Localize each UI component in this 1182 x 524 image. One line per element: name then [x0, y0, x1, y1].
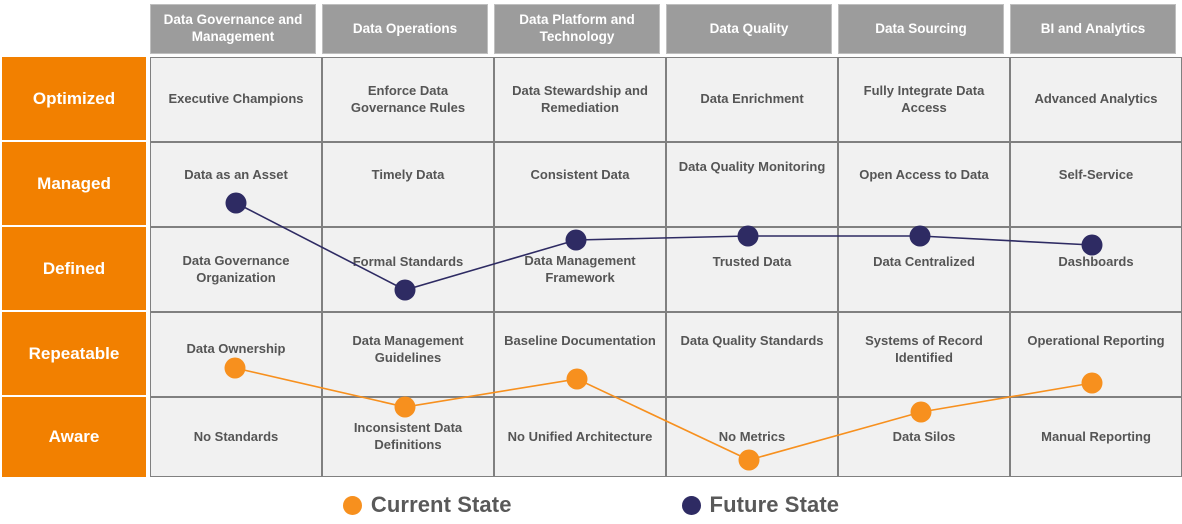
legend-label-current-state: Current State: [370, 492, 512, 517]
column-header-data-sourcing: Data Sourcing: [838, 4, 1004, 54]
legend: Current State Future State: [0, 486, 1182, 524]
legend-label-future-state: Future State: [709, 492, 840, 517]
table-cell: Data Quality Monitoring: [666, 142, 838, 227]
table-cell: No Metrics: [666, 397, 838, 477]
cell-text: Trusted Data: [712, 254, 792, 269]
cell-text: Executive Champions: [168, 91, 304, 107]
table-cell: Fully Integrate Data Access: [838, 57, 1010, 142]
table-cell: Data Centralized: [838, 227, 1010, 312]
table-cell: Data Quality Standards: [666, 312, 838, 397]
cell-text: Data Enrichment: [700, 91, 804, 107]
table-cell: Formal Standards: [322, 227, 494, 312]
table-cell: Consistent Data: [494, 142, 666, 227]
column-header-data-quality: Data Quality: [666, 4, 832, 54]
cell-text: Data Silos: [892, 428, 956, 444]
table-cell: Trusted Data: [666, 227, 838, 312]
column-header-data-operations: Data Operations: [322, 4, 488, 54]
table-cell: Timely Data: [322, 142, 494, 227]
row-label-optimized: Optimized: [2, 57, 146, 140]
table-cell: Self-Service: [1010, 142, 1182, 227]
cell-text: Data Management Guidelines: [352, 333, 464, 365]
table-cell: Systems of Record Identified: [838, 312, 1010, 397]
column-header-data-platform-and-technology: Data Platform and Technology: [494, 4, 660, 54]
table-cell: Operational Reporting: [1010, 312, 1182, 397]
table-cell: Advanced Analytics: [1010, 57, 1182, 142]
cell-text: Inconsistent Data Definitions: [353, 420, 463, 452]
table-cell: Baseline Documentation: [494, 312, 666, 397]
table-cell: Data Enrichment: [666, 57, 838, 142]
table-cell: Executive Champions: [150, 57, 322, 142]
cell-text: Data as an Asset: [184, 167, 288, 182]
legend-item-current-state: Current State: [342, 492, 512, 518]
table-cell: Open Access to Data: [838, 142, 1010, 227]
cell-text: Operational Reporting: [1027, 333, 1165, 348]
cell-text: Fully Integrate Data Access: [863, 82, 985, 115]
cell-text: Baseline Documentation: [504, 333, 656, 348]
cell-text: Timely Data: [371, 167, 445, 182]
table-cell: Enforce Data Governance Rules: [322, 57, 494, 142]
row-label-repeatable: Repeatable: [2, 312, 146, 395]
row-label-managed: Managed: [2, 142, 146, 225]
cell-text: No Standards: [193, 428, 279, 444]
table-cell: Dashboards: [1010, 227, 1182, 312]
cell-text: No Unified Architecture: [507, 428, 653, 444]
cell-text: Data Stewardship and Remediation: [512, 82, 648, 115]
cell-text: Dashboards: [1058, 254, 1134, 269]
table-cell: Data Silos: [838, 397, 1010, 477]
table-cell: Data Stewardship and Remediation: [494, 57, 666, 142]
cell-text: Data Ownership: [186, 341, 286, 356]
cell-text: Enforce Data Governance Rules: [350, 82, 466, 115]
cell-text: No Metrics: [718, 428, 786, 444]
cell-text: Data Quality Standards: [680, 333, 824, 348]
cell-text: Formal Standards: [352, 254, 464, 269]
column-header-data-governance-and-management: Data Governance and Management: [150, 4, 316, 54]
cell-text: Data Quality Monitoring: [678, 159, 826, 174]
table-cell: No Unified Architecture: [494, 397, 666, 477]
row-label-defined: Defined: [2, 227, 146, 310]
cell-text: Data Management Framework: [524, 252, 636, 285]
cell-text: Data Governance Organization: [182, 252, 290, 285]
cell-text: Systems of Record Identified: [865, 333, 983, 365]
legend-item-future-state: Future State: [681, 492, 840, 518]
cell-text: Advanced Analytics: [1034, 91, 1158, 107]
cell-text: Self-Service: [1058, 167, 1134, 182]
table-cell: Data Ownership: [150, 312, 322, 397]
table-cell: Data as an Asset: [150, 142, 322, 227]
row-label-aware: Aware: [2, 397, 146, 477]
table-cell: Data Management Framework: [494, 227, 666, 312]
table-cell: Inconsistent Data Definitions: [322, 397, 494, 477]
table-cell: Manual Reporting: [1010, 397, 1182, 477]
column-header-bi-and-analytics: BI and Analytics: [1010, 4, 1176, 54]
data-maturity-matrix: Data Governance and Management Data Oper…: [0, 0, 1182, 524]
table-cell: Data Management Guidelines: [322, 312, 494, 397]
cell-text: Data Centralized: [873, 254, 975, 269]
table-cell: Data Governance Organization: [150, 227, 322, 312]
cell-text: Manual Reporting: [1041, 428, 1151, 444]
table-cell: No Standards: [150, 397, 322, 477]
cell-text: Consistent Data: [530, 167, 630, 182]
future-state-marker-icon: [681, 495, 701, 515]
current-state-marker-icon: [342, 495, 362, 515]
cell-text: Open Access to Data: [859, 167, 989, 182]
